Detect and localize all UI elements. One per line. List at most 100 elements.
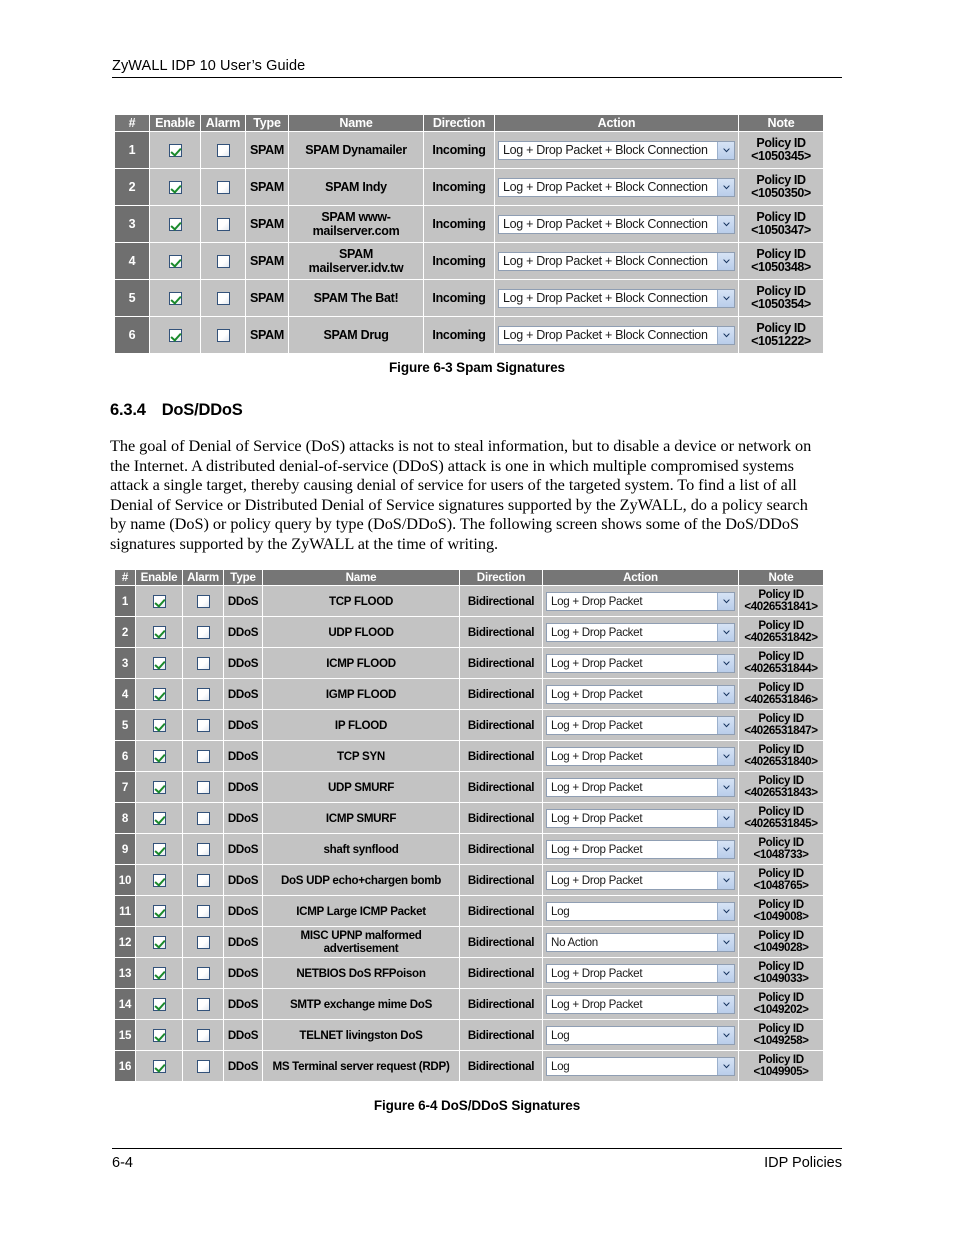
alarm-checkbox[interactable]: [196, 687, 210, 701]
action-select[interactable]: Log + Drop Packet: [546, 870, 735, 890]
action-select[interactable]: Log + Drop Packet: [546, 591, 735, 611]
alarm-checkbox[interactable]: [196, 749, 210, 763]
alarm-checkbox[interactable]: [196, 904, 210, 918]
type-cell: DDoS: [224, 710, 262, 740]
chevron-down-icon[interactable]: [717, 178, 734, 196]
alarm-checkbox[interactable]: [216, 144, 230, 158]
chevron-down-icon[interactable]: [717, 289, 734, 307]
alarm-checkbox[interactable]: [196, 842, 210, 856]
enable-checkbox[interactable]: [168, 329, 182, 343]
action-select[interactable]: No Action: [546, 932, 735, 952]
action-select[interactable]: Log + Drop Packet + Block Connection: [498, 140, 735, 160]
chevron-down-icon[interactable]: [717, 778, 734, 796]
chevron-down-icon[interactable]: [717, 141, 734, 159]
alarm-checkbox[interactable]: [196, 780, 210, 794]
action-select[interactable]: Log + Drop Packet: [546, 839, 735, 859]
chevron-down-icon[interactable]: [717, 716, 734, 734]
action-select[interactable]: Log + Drop Packet: [546, 653, 735, 673]
enable-checkbox[interactable]: [152, 842, 166, 856]
alarm-checkbox[interactable]: [216, 181, 230, 195]
action-select[interactable]: Log + Drop Packet: [546, 746, 735, 766]
alarm-checkbox[interactable]: [196, 966, 210, 980]
chevron-down-icon[interactable]: [717, 902, 734, 920]
action-select[interactable]: Log: [546, 1056, 735, 1076]
action-select[interactable]: Log + Drop Packet + Block Connection: [498, 325, 735, 345]
chevron-down-icon[interactable]: [717, 685, 734, 703]
enable-checkbox[interactable]: [152, 656, 166, 670]
enable-checkbox[interactable]: [152, 594, 166, 608]
alarm-checkbox[interactable]: [196, 997, 210, 1011]
enable-checkbox[interactable]: [152, 811, 166, 825]
alarm-checkbox[interactable]: [196, 594, 210, 608]
enable-checkbox[interactable]: [152, 873, 166, 887]
alarm-checkbox[interactable]: [216, 292, 230, 306]
alarm-checkbox[interactable]: [196, 935, 210, 949]
action-select[interactable]: Log + Drop Packet + Block Connection: [498, 214, 735, 234]
chevron-down-icon[interactable]: [717, 592, 734, 610]
chevron-down-icon[interactable]: [717, 252, 734, 270]
action-select[interactable]: Log + Drop Packet + Block Connection: [498, 177, 735, 197]
action-cell: Log + Drop Packet: [543, 741, 738, 771]
alarm-cell: [183, 586, 223, 616]
chevron-down-icon[interactable]: [717, 933, 734, 951]
chevron-down-icon[interactable]: [717, 1026, 734, 1044]
enable-checkbox[interactable]: [152, 780, 166, 794]
alarm-cell: [201, 243, 245, 279]
enable-checkbox[interactable]: [168, 144, 182, 158]
chevron-down-icon[interactable]: [717, 995, 734, 1013]
alarm-checkbox[interactable]: [196, 656, 210, 670]
chevron-down-icon[interactable]: [717, 840, 734, 858]
enable-checkbox[interactable]: [168, 255, 182, 269]
chevron-down-icon[interactable]: [717, 326, 734, 344]
alarm-checkbox[interactable]: [196, 811, 210, 825]
type-cell: DDoS: [224, 741, 262, 771]
action-select[interactable]: Log + Drop Packet + Block Connection: [498, 251, 735, 271]
alarm-checkbox[interactable]: [196, 1028, 210, 1042]
chevron-down-icon[interactable]: [717, 809, 734, 827]
enable-checkbox[interactable]: [152, 966, 166, 980]
policy-id-value: <4026531843>: [744, 786, 818, 799]
action-select[interactable]: Log: [546, 1025, 735, 1045]
alarm-checkbox[interactable]: [196, 625, 210, 639]
table-row: 5 SPAM SPAM The Bat! Incoming Log + Drop Pac…: [115, 280, 823, 316]
alarm-checkbox[interactable]: [196, 1059, 210, 1073]
action-select[interactable]: Log + Drop Packet: [546, 684, 735, 704]
type-cell: DDoS: [224, 803, 262, 833]
enable-checkbox[interactable]: [152, 997, 166, 1011]
chevron-down-icon[interactable]: [717, 747, 734, 765]
enable-checkbox[interactable]: [152, 749, 166, 763]
chevron-down-icon[interactable]: [717, 964, 734, 982]
action-select[interactable]: Log + Drop Packet: [546, 994, 735, 1014]
chevron-down-icon[interactable]: [717, 623, 734, 641]
enable-checkbox[interactable]: [152, 687, 166, 701]
action-select[interactable]: Log + Drop Packet: [546, 715, 735, 735]
action-select[interactable]: Log + Drop Packet: [546, 622, 735, 642]
row-index: 3: [115, 206, 149, 242]
enable-checkbox[interactable]: [152, 718, 166, 732]
action-select[interactable]: Log + Drop Packet + Block Connection: [498, 288, 735, 308]
note-cell: Policy ID <4026531845>: [739, 803, 823, 833]
alarm-checkbox[interactable]: [196, 718, 210, 732]
enable-cell: [136, 741, 182, 771]
enable-checkbox[interactable]: [168, 292, 182, 306]
alarm-checkbox[interactable]: [216, 329, 230, 343]
action-select[interactable]: Log + Drop Packet: [546, 777, 735, 797]
alarm-checkbox[interactable]: [216, 255, 230, 269]
enable-checkbox[interactable]: [152, 1059, 166, 1073]
chevron-down-icon[interactable]: [717, 1057, 734, 1075]
alarm-checkbox[interactable]: [196, 873, 210, 887]
enable-checkbox[interactable]: [152, 625, 166, 639]
chevron-down-icon[interactable]: [717, 215, 734, 233]
chevron-down-icon[interactable]: [717, 871, 734, 889]
enable-checkbox[interactable]: [168, 181, 182, 195]
enable-checkbox[interactable]: [168, 218, 182, 232]
enable-checkbox[interactable]: [152, 904, 166, 918]
action-select-value: Log + Drop Packet + Block Connection: [503, 291, 708, 305]
enable-checkbox[interactable]: [152, 935, 166, 949]
alarm-checkbox[interactable]: [216, 218, 230, 232]
action-select[interactable]: Log + Drop Packet: [546, 808, 735, 828]
chevron-down-icon[interactable]: [717, 654, 734, 672]
enable-checkbox[interactable]: [152, 1028, 166, 1042]
action-select[interactable]: Log + Drop Packet: [546, 963, 735, 983]
action-select[interactable]: Log: [546, 901, 735, 921]
